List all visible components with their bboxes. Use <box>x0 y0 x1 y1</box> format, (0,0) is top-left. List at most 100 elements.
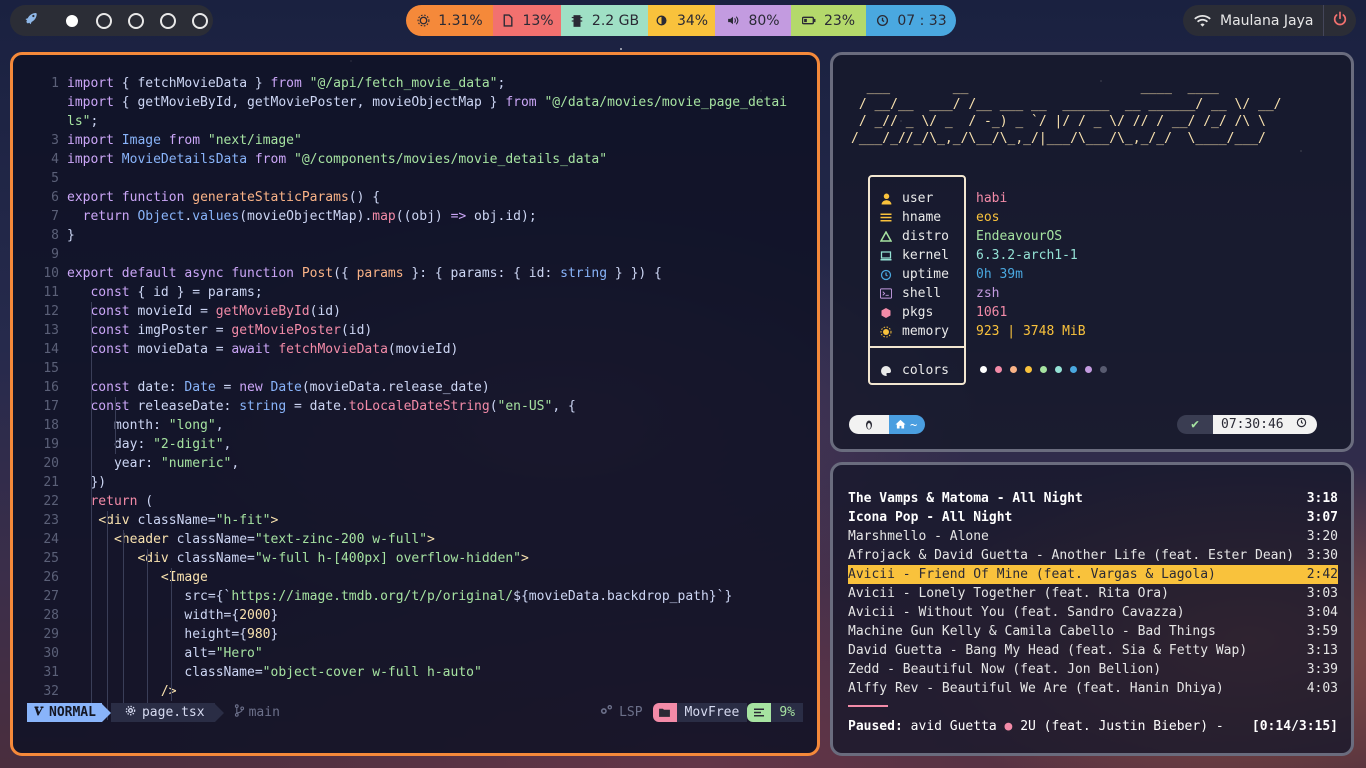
code-line[interactable]: 16 const date: Date = new Date(movieData… <box>13 378 817 397</box>
code-line[interactable]: 8} <box>13 226 817 245</box>
launcher-button[interactable] <box>10 5 50 36</box>
code-line[interactable]: 30 alt="Hero" <box>13 644 817 663</box>
code-line[interactable]: 23 <div className="h-fit"> <box>13 511 817 530</box>
system-modules: 1.31% 13% 2.2 GB 34% 80% 23% 07 : 33 <box>406 5 956 36</box>
network-name[interactable]: Maulana Jaya <box>1220 13 1313 29</box>
code-line[interactable]: 6 export function generateStaticParams() … <box>13 188 817 207</box>
line-text: width={2000} <box>67 608 279 623</box>
code-line[interactable]: 31 className="object-cover w-full h-auto… <box>13 663 817 682</box>
palette-swatch <box>1100 366 1107 373</box>
file-name: page.tsx <box>141 705 205 720</box>
playlist-track[interactable]: The Vamps & Matoma - All Night 3:18 <box>848 489 1338 508</box>
playlist-track[interactable]: Afrojack & David Guetta - Another Life (… <box>848 546 1338 565</box>
info-row-pkgs: pkgs <box>880 303 933 322</box>
line-text: /> <box>160 684 177 699</box>
playlist-track[interactable]: Avicii - Lonely Together (feat. Rita Ora… <box>848 584 1338 603</box>
volume-module[interactable]: 80% <box>715 5 791 36</box>
code-line[interactable]: 7 return Object.values(movieObjectMap).m… <box>13 207 817 226</box>
memory-chip-icon <box>570 14 584 28</box>
code-line[interactable]: 25 <div className="w-full h-[400px] over… <box>13 549 817 568</box>
code-line[interactable]: 3 import Image from "next/image" <box>13 131 817 150</box>
code-line[interactable]: ls"; <box>13 112 817 131</box>
wifi-icon[interactable] <box>1194 14 1211 28</box>
cpu-module[interactable]: 1.31% <box>406 5 493 36</box>
workspace-3-dot[interactable] <box>128 12 144 29</box>
line-number: 18 <box>43 418 59 433</box>
line-text: export function generateStaticParams() { <box>67 190 381 205</box>
palette-swatch <box>980 366 987 373</box>
playlist-track[interactable]: Machine Gun Kelly & Camila Cabello - Bad… <box>848 622 1338 641</box>
clock-module[interactable]: 07 : 33 <box>866 5 956 36</box>
music-player[interactable]: The Vamps & Matoma - All Night 3:18 Icona … <box>830 462 1354 756</box>
code-line[interactable]: 20 year: "numeric", <box>13 454 817 473</box>
code-line[interactable]: 5 <box>13 169 817 188</box>
info-label: shell <box>902 286 942 301</box>
line-number: 4 <box>51 152 59 167</box>
code-line[interactable]: 12 const movieId = getMovieById(id) <box>13 302 817 321</box>
code-line[interactable]: 10 export default async function Post({ p… <box>13 264 817 283</box>
indent-guide <box>91 302 92 720</box>
line-text: <Image <box>160 570 208 585</box>
workspace-1-dot[interactable] <box>66 14 78 27</box>
gears-icon <box>599 704 613 721</box>
memory-icon <box>880 326 892 338</box>
playlist-track[interactable]: Avicii - Without You (feat. Sandro Cavaz… <box>848 603 1338 622</box>
code-line[interactable]: 24 <header className="text-zinc-200 w-fu… <box>13 530 817 549</box>
code-line[interactable]: 26 <Image <box>13 568 817 587</box>
code-line[interactable]: 11 const { id } = params; <box>13 283 817 302</box>
playlist-track[interactable]: Marshmello - Alone 3:20 <box>848 527 1338 546</box>
code-line[interactable]: 21 }) <box>13 473 817 492</box>
track-title: Machine Gun Kelly & Camila Cabello - Bad… <box>848 624 1216 639</box>
brightness-module[interactable]: 34% <box>648 5 715 36</box>
code-line[interactable]: 13 const imgPoster = getMoviePoster(id) <box>13 321 817 340</box>
playlist-track[interactable]: Zedd - Beautiful Now (feat. Jon Bellion)… <box>848 660 1338 679</box>
indent-guide <box>107 511 108 720</box>
workspace-2-dot[interactable] <box>96 12 112 29</box>
now-playing-title-b: 2U (feat. Justin Bieber) - <box>1012 719 1232 734</box>
playlist-track[interactable]: Avicii - Friend Of Mine (feat. Vargas & … <box>848 565 1338 584</box>
line-text: const movieId = getMovieById(id) <box>90 304 341 319</box>
code-line[interactable]: 18 month: "long", <box>13 416 817 435</box>
track-title: Alffy Rev - Beautiful We Are (feat. Hani… <box>848 681 1224 696</box>
playlist-track[interactable]: Icona Pop - All Night 3:07 <box>848 508 1338 527</box>
track-title: The Vamps & Matoma - All Night <box>848 491 1083 506</box>
volume-value: 80% <box>748 12 780 29</box>
brightness-value: 34% <box>676 12 709 29</box>
workspace-5-dot[interactable] <box>192 12 208 29</box>
code-line[interactable]: 28 width={2000} <box>13 606 817 625</box>
code-line[interactable]: 9 <box>13 245 817 264</box>
playlist-track[interactable]: David Guetta - Bang My Head (feat. Sia &… <box>848 641 1338 660</box>
battery-icon <box>801 14 816 28</box>
palette-icon <box>880 365 892 377</box>
code-line[interactable]: 15 <box>13 359 817 378</box>
info-value-uptime: 0h 39m <box>976 267 1023 282</box>
track-duration: 2:42 <box>1306 567 1338 582</box>
code-line[interactable]: 22 return ( <box>13 492 817 511</box>
code-line[interactable]: 14 const movieData = await fetchMovieDat… <box>13 340 817 359</box>
code-line[interactable]: import { getMovieById, getMoviePoster, m… <box>13 93 817 112</box>
code-line[interactable]: 17 const releaseDate: string = date.toLo… <box>13 397 817 416</box>
line-text: className="object-cover w-full h-auto" <box>67 665 482 680</box>
workspace-4-dot[interactable] <box>160 12 176 29</box>
disk-module[interactable]: 13% <box>493 5 561 36</box>
track-title: Avicii - Lonely Together (feat. Rita Ora… <box>848 586 1169 601</box>
power-button[interactable] <box>1323 5 1356 36</box>
playlist-track[interactable]: Alffy Rev - Beautiful We Are (feat. Hani… <box>848 679 1338 698</box>
code-line[interactable]: 32 /> <box>13 682 817 701</box>
code-line[interactable]: 1 import { fetchMovieData } from "@/api/f… <box>13 74 817 93</box>
fetch-terminal[interactable]: ___ __ ____ ____ / __/__ ___/ /__ ___ __… <box>830 52 1354 452</box>
indent-guide <box>115 397 116 454</box>
code-line[interactable]: 27 src={`https://image.tmdb.org/t/p/orig… <box>13 587 817 606</box>
code-line[interactable]: 4 import MovieDetailsData from "@/compone… <box>13 150 817 169</box>
info-label: distro <box>902 229 949 244</box>
memory-module[interactable]: 2.2 GB <box>561 5 648 36</box>
file-segment[interactable]: page.tsx <box>110 703 215 722</box>
battery-module[interactable]: 23% <box>791 5 866 36</box>
code-line[interactable]: 19 day: "2-digit", <box>13 435 817 454</box>
line-number: 13 <box>43 323 59 338</box>
memory-value: 2.2 GB <box>591 12 640 29</box>
code-editor[interactable]: 1 import { fetchMovieData } from "@/api/f… <box>10 52 820 756</box>
line-text: const movieData = await fetchMovieData(m… <box>90 342 459 357</box>
code-line[interactable]: 29 height={980} <box>13 625 817 644</box>
code-area[interactable]: 1 import { fetchMovieData } from "@/api/f… <box>13 74 817 720</box>
